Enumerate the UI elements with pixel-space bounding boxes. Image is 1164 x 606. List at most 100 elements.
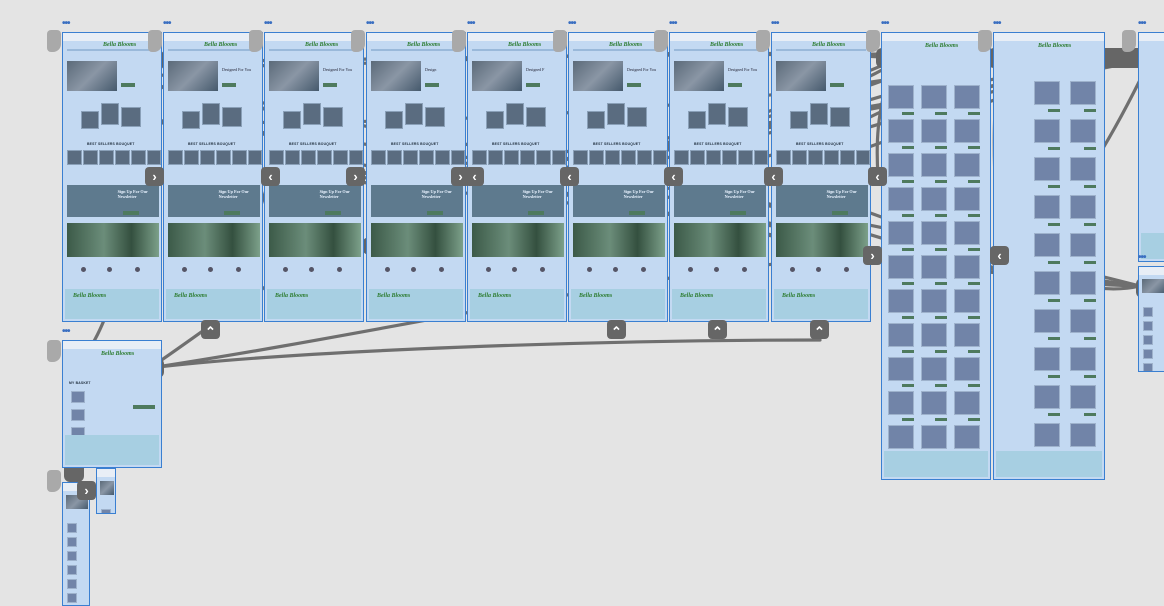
product-thumb[interactable] — [419, 150, 434, 165]
add-to-cart-button[interactable] — [935, 384, 947, 387]
add-to-cart-button[interactable] — [902, 214, 914, 217]
add-to-cart-button[interactable] — [968, 146, 980, 149]
product-card-image[interactable] — [921, 289, 947, 313]
hero-shop-button[interactable] — [728, 83, 742, 87]
add-to-cart-button[interactable] — [1048, 413, 1060, 416]
product-card-image[interactable] — [954, 153, 980, 177]
checkout-button[interactable] — [133, 405, 155, 409]
product-card-image[interactable] — [954, 187, 980, 211]
add-to-cart-button[interactable] — [1048, 261, 1060, 264]
add-to-cart-button[interactable] — [902, 146, 914, 149]
product-card-image[interactable] — [888, 221, 914, 245]
product-thumb[interactable] — [856, 150, 870, 165]
add-to-cart-button[interactable] — [968, 248, 980, 251]
category-thumb[interactable] — [506, 103, 524, 125]
product-thumb[interactable] — [520, 150, 535, 165]
category-thumb[interactable] — [790, 111, 808, 129]
product-card-image[interactable] — [954, 289, 980, 313]
chevron-right-icon[interactable]: › — [863, 246, 882, 265]
frame-menu-dots[interactable]: ••• — [669, 19, 677, 29]
add-to-cart-button[interactable] — [935, 248, 947, 251]
product-card-image[interactable] — [1070, 347, 1096, 371]
chevron-left-icon[interactable]: ‹ — [261, 167, 280, 186]
newsletter-submit-button[interactable] — [427, 211, 443, 215]
product-card-image[interactable] — [921, 255, 947, 279]
hero-shop-button[interactable] — [627, 83, 641, 87]
product-thumb[interactable] — [754, 150, 768, 165]
product-card-image[interactable] — [1034, 81, 1060, 105]
product-thumb[interactable] — [131, 150, 146, 165]
hero-shop-button[interactable] — [526, 83, 540, 87]
frame-home-6[interactable]: Bella Blooms Designed For You BEST SELLE… — [568, 32, 668, 322]
add-to-cart-button[interactable] — [1048, 185, 1060, 188]
product-thumb[interactable] — [552, 150, 566, 165]
product-card-image[interactable] — [67, 537, 77, 547]
product-card-image[interactable] — [1143, 363, 1153, 371]
product-card-image[interactable] — [954, 357, 980, 381]
product-card-image[interactable] — [1034, 195, 1060, 219]
product-card-image[interactable] — [67, 551, 77, 561]
product-card-image[interactable] — [888, 357, 914, 381]
chevron-left-icon[interactable]: ‹ — [664, 167, 683, 186]
add-to-cart-button[interactable] — [1084, 147, 1096, 150]
add-to-cart-button[interactable] — [935, 282, 947, 285]
product-card-image[interactable] — [1070, 157, 1096, 181]
product-thumb[interactable] — [349, 150, 363, 165]
product-thumb[interactable] — [573, 150, 588, 165]
category-thumb[interactable] — [303, 103, 321, 125]
product-card-image[interactable] — [67, 565, 77, 575]
product-card-image[interactable] — [1070, 309, 1096, 333]
product-card-image[interactable] — [888, 153, 914, 177]
frame-cart[interactable]: Bella Blooms MY BASKET — [62, 340, 162, 468]
product-card-image[interactable] — [1143, 349, 1153, 359]
newsletter-submit-button[interactable] — [528, 211, 544, 215]
product-card-image[interactable] — [888, 119, 914, 143]
product-card-image[interactable] — [67, 593, 77, 603]
product-card-image[interactable] — [101, 509, 111, 513]
category-thumb[interactable] — [708, 103, 726, 125]
add-to-cart-button[interactable] — [1084, 223, 1096, 226]
category-thumb[interactable] — [688, 111, 706, 129]
newsletter-submit-button[interactable] — [325, 211, 341, 215]
product-card-image[interactable] — [67, 579, 77, 589]
chevron-right-icon[interactable]: › — [346, 167, 365, 186]
category-thumb[interactable] — [283, 111, 301, 129]
add-to-cart-button[interactable] — [1048, 337, 1060, 340]
frame-menu-dots[interactable]: ••• — [881, 19, 889, 29]
add-to-cart-button[interactable] — [935, 180, 947, 183]
add-to-cart-button[interactable] — [902, 316, 914, 319]
product-card-image[interactable] — [921, 153, 947, 177]
product-card-image[interactable] — [1143, 335, 1153, 345]
product-card-image[interactable] — [1070, 81, 1096, 105]
product-thumb[interactable] — [637, 150, 652, 165]
product-thumb[interactable] — [706, 150, 721, 165]
product-card-image[interactable] — [954, 255, 980, 279]
product-card-image[interactable] — [1070, 233, 1096, 257]
product-thumb[interactable] — [99, 150, 114, 165]
product-card-image[interactable] — [888, 425, 914, 449]
add-to-cart-button[interactable] — [968, 112, 980, 115]
category-thumb[interactable] — [222, 107, 242, 127]
product-card-image[interactable] — [954, 391, 980, 415]
add-to-cart-button[interactable] — [968, 418, 980, 421]
product-thumb[interactable] — [216, 150, 231, 165]
product-thumb[interactable] — [115, 150, 130, 165]
add-to-cart-button[interactable] — [1084, 261, 1096, 264]
product-thumb[interactable] — [200, 150, 215, 165]
category-thumb[interactable] — [830, 107, 850, 127]
product-card-image[interactable] — [954, 119, 980, 143]
category-thumb[interactable] — [607, 103, 625, 125]
newsletter-submit-button[interactable] — [832, 211, 848, 215]
category-thumb[interactable] — [425, 107, 445, 127]
product-card-image[interactable] — [888, 391, 914, 415]
product-thumb[interactable] — [83, 150, 98, 165]
category-thumb[interactable] — [728, 107, 748, 127]
product-thumb[interactable] — [722, 150, 737, 165]
product-card-image[interactable] — [1034, 385, 1060, 409]
newsletter-submit-button[interactable] — [730, 211, 746, 215]
frame-menu-dots[interactable]: ••• — [771, 19, 779, 29]
product-thumb[interactable] — [451, 150, 465, 165]
frame-mobile-home[interactable] — [62, 482, 90, 606]
add-to-cart-button[interactable] — [1048, 299, 1060, 302]
product-thumb[interactable] — [317, 150, 332, 165]
